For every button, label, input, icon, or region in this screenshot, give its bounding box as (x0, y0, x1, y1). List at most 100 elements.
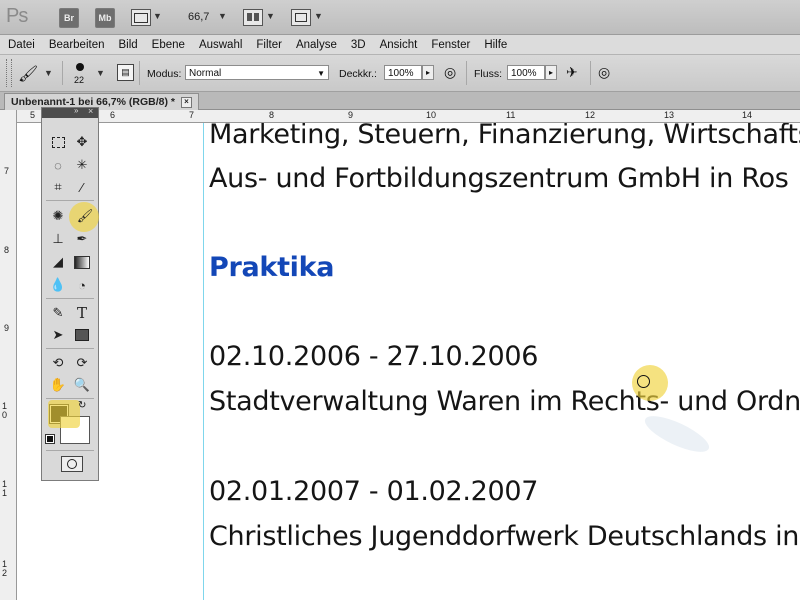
ruler-mark: 13 (664, 110, 675, 120)
tools-panel-header[interactable]: » × (42, 106, 98, 118)
menu-item-fenster[interactable]: Fenster (423, 39, 476, 51)
brush-size: 22 (74, 75, 85, 85)
application-bar: Ps Br Mb ▼ 66,7 ▼ ▼ ▼ (0, 0, 800, 35)
spot-healing-brush-icon[interactable]: ✺ (49, 207, 67, 225)
opacity-input[interactable]: 100% (384, 65, 422, 80)
document-text-line: Christliches Jugenddorfwerk Deutschlands… (209, 521, 800, 552)
view-extras-button[interactable] (131, 9, 151, 26)
ruler-mark: 1 0 (2, 401, 8, 420)
close-icon[interactable]: × (180, 96, 192, 108)
ruler-mark: 8 (4, 245, 10, 255)
pen-tool-icon[interactable]: ✎ (49, 304, 67, 322)
menu-item-analyse[interactable]: Analyse (288, 39, 343, 51)
menu-item-ebene[interactable]: Ebene (144, 39, 191, 51)
collapse-icon[interactable]: » (74, 106, 78, 115)
rectangle-tool-icon[interactable] (73, 326, 91, 344)
swap-colors-icon[interactable]: ↻ (78, 400, 86, 411)
flow-label: Fluss: (474, 68, 503, 80)
mode-label: Modus: (147, 68, 182, 80)
flow-slider-button[interactable]: ▸ (545, 65, 557, 80)
default-colors-icon[interactable] (45, 434, 55, 444)
ruler-mark: 7 (189, 110, 195, 120)
brush-tip-icon[interactable] (76, 63, 84, 71)
menu-item-auswahl[interactable]: Auswahl (191, 39, 248, 51)
chevron-down-icon: ▼ (317, 69, 325, 78)
ruler-mark: 5 (30, 110, 36, 120)
document-date-line: 02.10.2006 - 27.10.2006 (209, 341, 539, 372)
grid-icon (247, 13, 252, 21)
bridge-button[interactable]: Br (59, 8, 79, 28)
chevron-down-icon[interactable]: ▼ (44, 68, 53, 78)
arrange-documents-button[interactable] (243, 9, 263, 26)
move-tool-icon[interactable]: ✥ (73, 133, 91, 151)
ruler-mark: 1 2 (2, 559, 8, 578)
brush-tool-preset-icon[interactable]: 🖌 (18, 64, 38, 84)
section-heading: Praktika (209, 252, 335, 283)
ruler-mark: 9 (4, 323, 10, 333)
horizontal-ruler[interactable]: 5 6 7 8 9 10 11 12 13 14 (16, 110, 800, 123)
opacity-label: Deckkr.: (339, 68, 377, 80)
dodge-tool-icon[interactable]: ◔ (73, 276, 91, 294)
menu-item-hilfe[interactable]: Hilfe (476, 39, 513, 51)
3d-rotate-tool-icon[interactable]: ⟲ (49, 354, 67, 372)
photoshop-logo: Ps (6, 5, 28, 27)
ruler-mark: 7 (4, 166, 10, 176)
gradient-tool-icon[interactable] (73, 253, 91, 271)
blur-tool-icon[interactable]: 💧 (49, 276, 67, 294)
menu-item-3d[interactable]: 3D (343, 39, 372, 51)
document-text-line: Aus- und Fortbildungszentrum GmbH in Ros (209, 163, 789, 194)
3d-orbit-tool-icon[interactable]: ⟳ (73, 354, 91, 372)
magic-wand-tool-icon[interactable]: ✳ (73, 156, 91, 174)
menu-item-filter[interactable]: Filter (248, 39, 288, 51)
menu-item-datei[interactable]: Datei (0, 39, 41, 51)
brush-cursor-icon (637, 375, 650, 388)
tablet-pressure-opacity-icon[interactable]: ◎ (444, 64, 456, 81)
eraser-tool-icon[interactable]: ◢ (49, 253, 67, 271)
chevron-down-icon[interactable]: ▼ (96, 68, 105, 78)
minibridge-button[interactable]: Mb (95, 8, 115, 28)
grip-handle[interactable] (6, 59, 12, 87)
tablet-pressure-size-icon[interactable]: ◎ (598, 64, 610, 81)
clone-stamp-tool-icon[interactable]: ⊥ (49, 230, 67, 248)
chevron-down-icon[interactable]: ▼ (266, 11, 275, 21)
menu-item-bearbeiten[interactable]: Bearbeiten (41, 39, 111, 51)
document-canvas[interactable]: Marketing, Steuern, Finanzierung, Wirtsc… (17, 123, 800, 600)
mode-select[interactable]: Normal ▼ (185, 65, 329, 80)
airbrush-icon[interactable]: ✈ (566, 64, 578, 81)
chevron-down-icon[interactable]: ▼ (218, 11, 227, 21)
hand-tool-icon[interactable]: ✋ (49, 376, 67, 394)
ruler-mark: 6 (110, 110, 116, 120)
zoom-tool-icon[interactable]: 🔍 (73, 376, 91, 394)
ruler-mark: 10 (426, 110, 437, 120)
menu-item-ansicht[interactable]: Ansicht (372, 39, 424, 51)
options-bar: 🖌 ▼ 22 ▼ ▤ Modus: Normal ▼ Deckkr.: 100%… (0, 55, 800, 92)
quick-mask-button[interactable] (61, 456, 83, 472)
menu-item-bild[interactable]: Bild (110, 39, 143, 51)
history-brush-tool-icon[interactable]: ✒ (73, 230, 91, 248)
ruler-mark: 1 1 (2, 479, 8, 498)
document-tab[interactable]: Unbenannt-1 bei 66,7% (RGB/8) * × (4, 93, 199, 110)
ruler-mark: 11 (506, 110, 516, 120)
brush-panel-toggle-icon[interactable]: ▤ (117, 64, 134, 81)
screen-mode-icon (295, 13, 307, 22)
flow-input[interactable]: 100% (507, 65, 545, 80)
menu-bar: Datei Bearbeiten Bild Ebene Auswahl Filt… (0, 35, 800, 55)
document-text-line: Marketing, Steuern, Finanzierung, Wirtsc… (209, 123, 800, 150)
path-selection-tool-icon[interactable]: ➤ (49, 326, 67, 344)
screen-mode-button[interactable] (291, 9, 311, 26)
guide-line[interactable] (203, 123, 204, 600)
zoom-level[interactable]: 66,7 (188, 11, 209, 23)
filmstrip-icon (134, 13, 148, 23)
eyedropper-tool-icon[interactable]: ⁄ (73, 178, 91, 196)
brush-tool-icon[interactable]: 🖌 (76, 207, 94, 225)
lasso-tool-icon[interactable]: ◌ (49, 156, 67, 174)
crop-tool-icon[interactable]: ⌗ (49, 178, 67, 196)
type-tool-icon[interactable]: T (73, 304, 91, 322)
close-icon[interactable]: × (88, 106, 93, 116)
document-date-line: 02.01.2007 - 01.02.2007 (209, 476, 539, 507)
chevron-down-icon[interactable]: ▼ (153, 11, 162, 21)
marquee-tool-icon[interactable] (49, 133, 67, 151)
vertical-ruler[interactable]: 7 8 9 1 0 1 1 1 2 (0, 110, 17, 600)
opacity-slider-button[interactable]: ▸ (422, 65, 434, 80)
chevron-down-icon[interactable]: ▼ (314, 11, 323, 21)
